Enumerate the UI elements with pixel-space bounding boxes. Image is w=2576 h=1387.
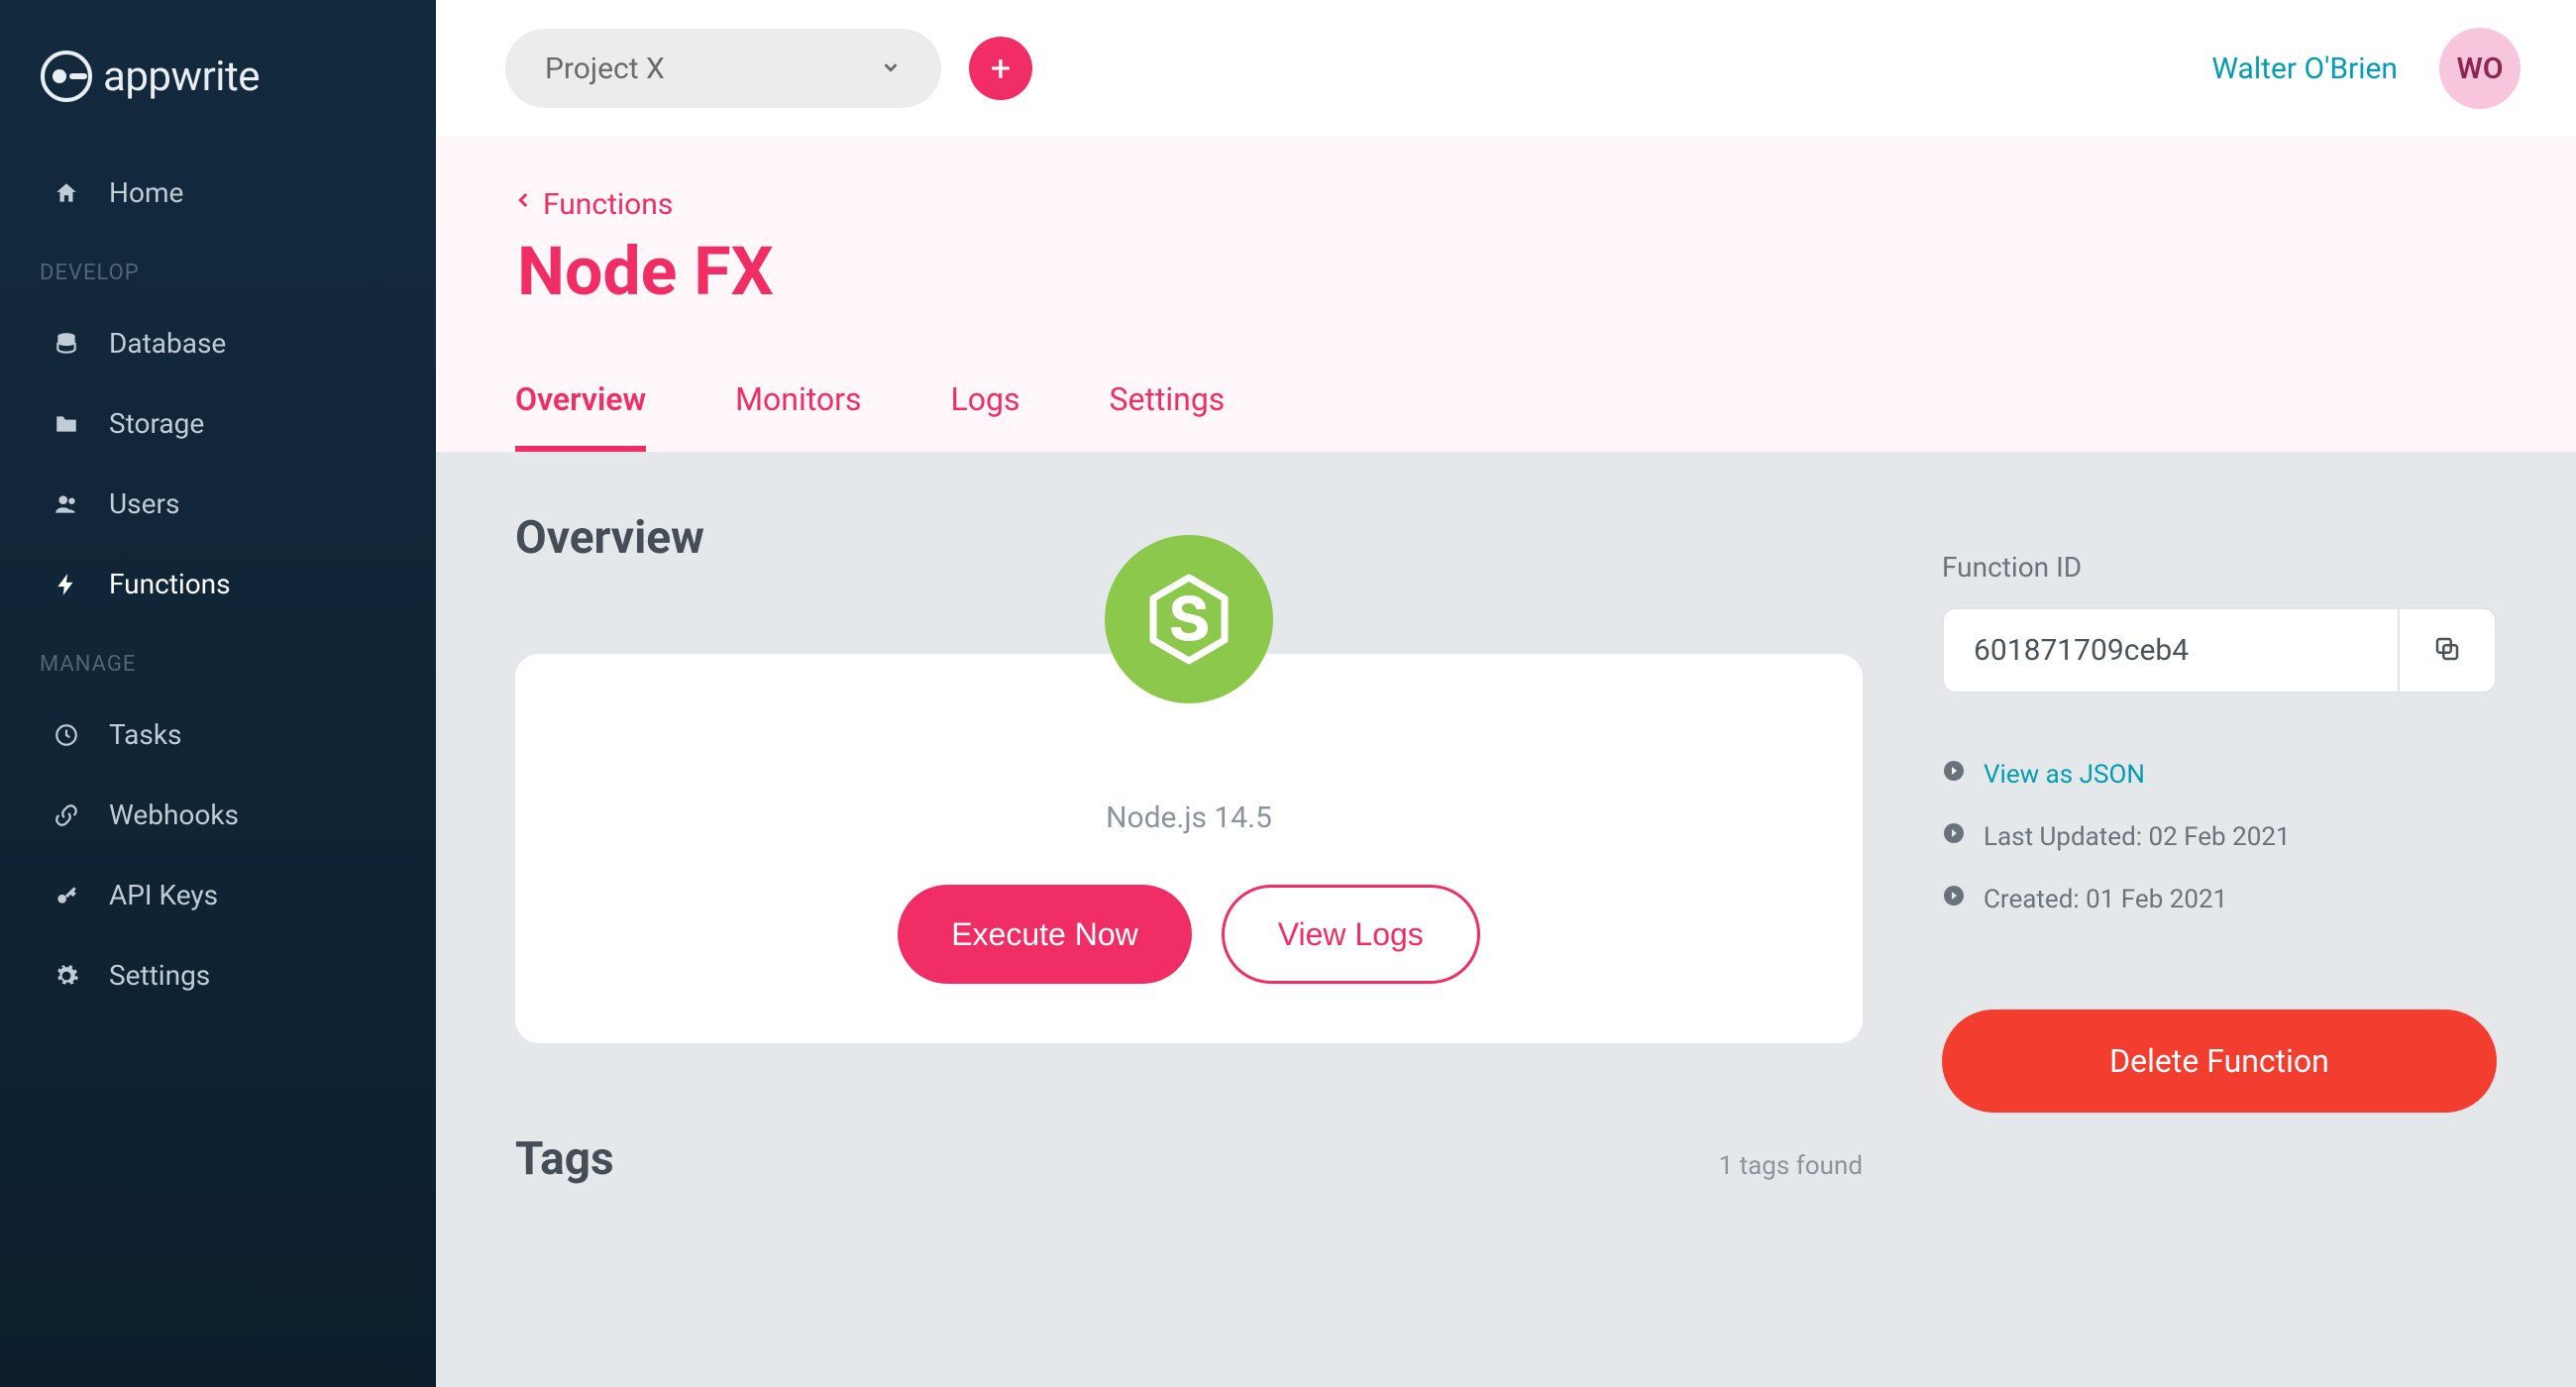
bolt-icon [52,572,81,597]
tags-count: 1 tags found [1719,1151,1863,1181]
chevron-left-icon [515,186,533,222]
sidebar-item-storage[interactable]: Storage [0,383,436,464]
view-as-json-link[interactable]: View as JSON [1942,743,2497,805]
plus-icon: + [991,48,1011,89]
nav: Home DEVELOP Database Storage Users Func… [0,153,436,1015]
breadcrumb[interactable]: Functions [515,186,2497,222]
col-side: Function ID 601871709ceb4 View as JSON L… [1942,511,2497,1113]
logo[interactable]: appwrite [0,20,436,153]
chevron-down-icon [880,52,902,86]
appwrite-logo-icon [40,50,93,103]
tabs: Overview Monitors Logs Settings [515,380,2497,452]
sidebar-item-label: API Keys [109,879,218,911]
last-updated-text: Last Updated: 02 Feb 2021 [1984,822,2291,852]
copy-icon [2432,634,2462,668]
sidebar-item-database[interactable]: Database [0,303,436,383]
sidebar-item-label: Settings [109,959,210,992]
sidebar-item-webhooks[interactable]: Webhooks [0,775,436,855]
chevron-circle-icon [1942,884,1966,914]
sidebar-item-functions[interactable]: Functions [0,544,436,624]
main: Project X + Walter O'Brien WO Functions … [436,0,2576,1387]
users-icon [52,491,81,517]
overview-card: Node.js 14.5 Execute Now View Logs [515,654,1863,1043]
runtime-name: Node.js 14.5 [1106,800,1272,835]
sidebar-item-home[interactable]: Home [0,153,436,233]
folder-icon [52,411,81,437]
sidebar-item-label: Home [109,176,183,209]
key-icon [52,883,81,908]
add-project-button[interactable]: + [969,37,1032,100]
function-id-value: 601871709ceb4 [1942,607,2398,694]
tab-overview[interactable]: Overview [515,380,646,452]
sidebar-item-label: Database [109,327,226,360]
content: Overview Node.js 14.5 Execute Now View L… [436,452,2576,1387]
brand-name: appwrite [103,53,260,101]
nav-section-develop: DEVELOP [0,233,436,303]
function-id-label: Function ID [1942,551,2497,584]
sidebar-item-label: Users [109,487,179,520]
copy-id-button[interactable] [2398,607,2497,694]
runtime-badge [1105,535,1273,703]
breadcrumb-label: Functions [543,187,673,222]
col-main: Overview Node.js 14.5 Execute Now View L… [515,511,1863,1186]
hero: Functions Node FX Overview Monitors Logs… [436,137,2576,452]
delete-function-button[interactable]: Delete Function [1942,1010,2497,1113]
view-logs-button[interactable]: View Logs [1222,885,1480,984]
project-select[interactable]: Project X [505,29,941,108]
function-id-row: 601871709ceb4 [1942,607,2497,694]
project-select-value: Project X [545,52,665,86]
sidebar-item-label: Storage [109,407,204,440]
topbar: Project X + Walter O'Brien WO [436,0,2576,137]
link-icon [52,802,81,828]
sidebar-item-settings[interactable]: Settings [0,935,436,1015]
home-icon [52,180,81,206]
tags-heading: Tags [515,1132,614,1186]
chevron-circle-icon [1942,821,1966,852]
nodejs-icon [1105,535,1273,703]
sidebar-item-label: Functions [109,568,231,600]
created-text: Created: 01 Feb 2021 [1984,885,2227,914]
sidebar-item-users[interactable]: Users [0,464,436,544]
view-json-label: View as JSON [1984,760,2145,790]
gear-icon [52,963,81,989]
tags-header: Tags 1 tags found [515,1132,1863,1186]
sidebar: appwrite Home DEVELOP Database Storage U… [0,0,436,1387]
tab-monitors[interactable]: Monitors [735,380,861,452]
avatar[interactable]: WO [2439,28,2521,109]
sidebar-item-apikeys[interactable]: API Keys [0,855,436,935]
sidebar-item-label: Tasks [109,718,182,751]
tab-settings[interactable]: Settings [1109,380,1225,452]
tab-logs[interactable]: Logs [951,380,1020,452]
clock-icon [52,722,81,748]
user-name[interactable]: Walter O'Brien [2211,52,2398,86]
page-title: Node FX [515,232,2497,311]
created: Created: 01 Feb 2021 [1942,868,2497,930]
last-updated: Last Updated: 02 Feb 2021 [1942,805,2497,868]
database-icon [52,331,81,357]
sidebar-item-label: Webhooks [109,799,239,831]
sidebar-item-tasks[interactable]: Tasks [0,694,436,775]
nav-section-manage: MANAGE [0,624,436,694]
chevron-circle-icon [1942,759,1966,790]
execute-now-button[interactable]: Execute Now [898,885,1192,984]
